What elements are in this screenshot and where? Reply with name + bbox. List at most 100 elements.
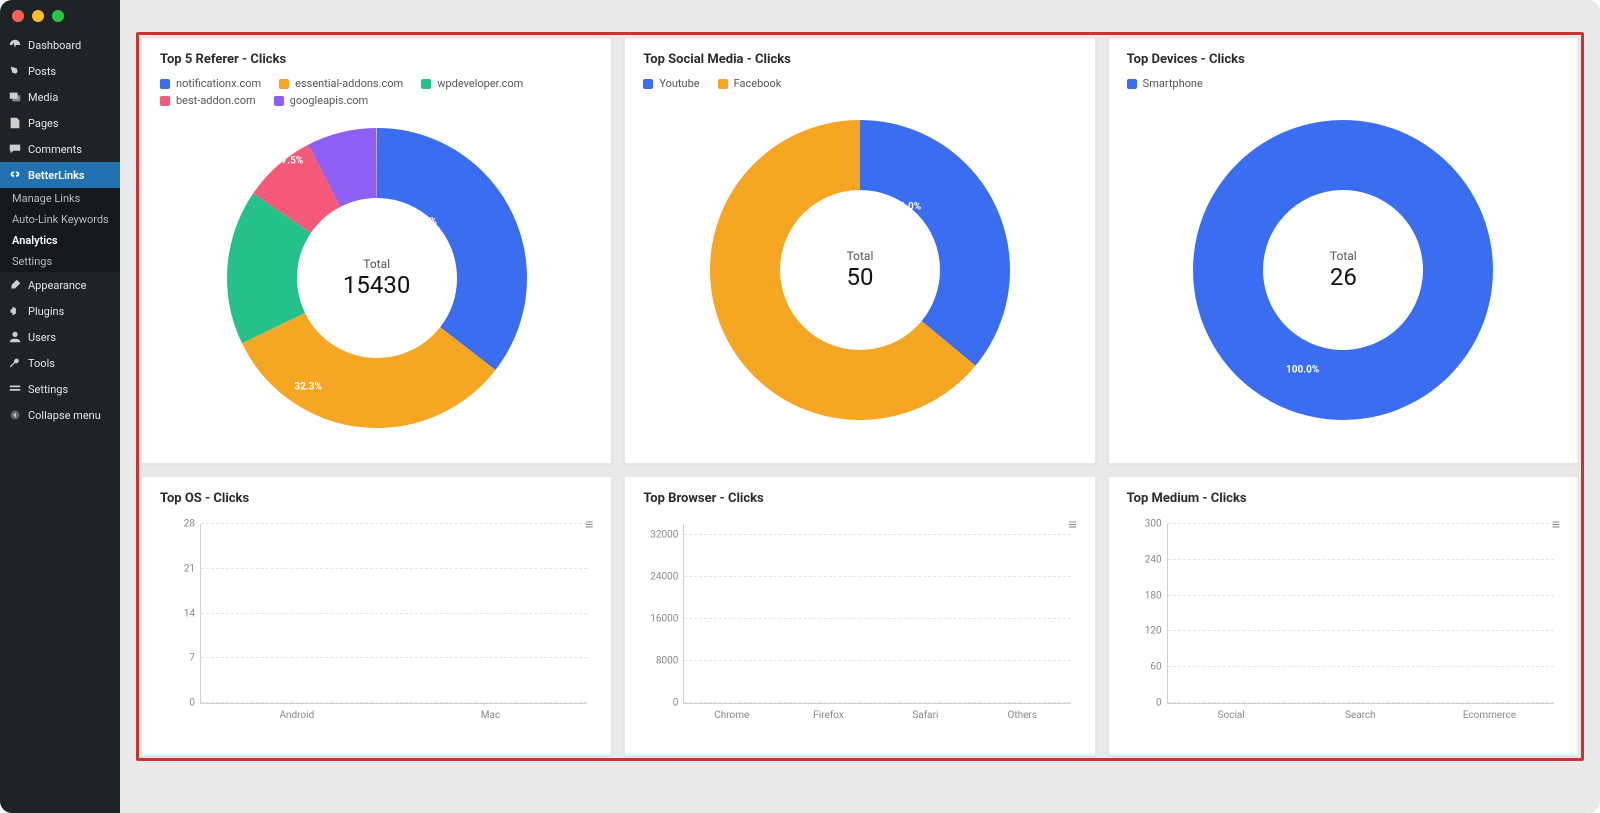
brush-icon (8, 278, 22, 292)
sidebar-item-label: Tools (28, 357, 55, 370)
x-tick: Search (1296, 704, 1425, 721)
sidebar-item-tools[interactable]: Tools (0, 350, 120, 376)
x-axis: AndroidMac (200, 704, 587, 721)
sidebar-item-comments[interactable]: Comments (0, 136, 120, 162)
bar-value: 26 (292, 686, 303, 697)
wrench-icon (8, 356, 22, 370)
y-tick: 14 (163, 608, 195, 619)
legend-swatch (160, 79, 170, 89)
legend-label: Youtube (659, 77, 699, 90)
total-value: 50 (846, 263, 873, 291)
total-label: Total (343, 257, 410, 271)
sidebar-item-appearance[interactable]: Appearance (0, 272, 120, 298)
legend-item[interactable]: Youtube (643, 77, 699, 90)
card-title: Top Medium - Clicks (1127, 491, 1560, 506)
gauge-icon (8, 38, 22, 52)
sidebar-item-pages[interactable]: Pages (0, 110, 120, 136)
legend-item[interactable]: notificationx.com (160, 77, 261, 90)
x-tick: Social (1167, 704, 1296, 721)
card-top-os: Top OS - Clicks ≡ 07142128267AndroidMac (141, 476, 612, 756)
sidebar-item-posts[interactable]: Posts (0, 58, 120, 84)
bar-value: 17544 (815, 686, 844, 697)
x-tick: Mac (394, 704, 588, 721)
card-top-medium: Top Medium - Clicks ≡ 060120180240300505… (1108, 476, 1579, 756)
media-icon (8, 90, 22, 104)
legend-label: best-addon.com (176, 94, 256, 107)
sidebar-item-label: Dashboard (28, 39, 81, 52)
bar-value: 50 (1226, 686, 1237, 697)
page-icon (8, 116, 22, 130)
donut-center: Total 15430 (343, 257, 410, 299)
y-tick: 0 (1130, 698, 1162, 709)
y-tick: 24000 (646, 571, 678, 582)
donut-chart: Total 15430 35.5%32.3%16.7%7.9%7.5% (160, 113, 593, 443)
minimize-icon[interactable] (32, 10, 44, 22)
legend-item[interactable]: Smartphone (1127, 77, 1203, 90)
legend-item[interactable]: wpdeveloper.com (421, 77, 523, 90)
sidebar-sub-autolink[interactable]: Auto-Link Keywords (0, 209, 120, 230)
link-icon (8, 168, 22, 182)
donut-center: Total 26 (1330, 249, 1357, 291)
bar-value: 2824 (914, 686, 937, 697)
plot-area: 07142128267 (200, 524, 587, 704)
card-title: Top Devices - Clicks (1127, 52, 1560, 67)
donut-center: Total 50 (846, 249, 873, 291)
sidebar-item-label: Comments (28, 143, 82, 156)
legend-swatch (421, 79, 431, 89)
sidebar-item-label: Pages (28, 117, 59, 130)
close-icon[interactable] (12, 10, 24, 22)
sidebar-item-label: Appearance (28, 279, 87, 292)
sidebar-item-users[interactable]: Users (0, 324, 120, 350)
x-tick: Android (200, 704, 394, 721)
x-tick: Ecommerce (1425, 704, 1554, 721)
y-tick: 0 (163, 698, 195, 709)
plot-area: 0601201802403005059241 (1167, 524, 1554, 704)
chart-legend: notificationx.com essential-addons.com wpd… (160, 77, 593, 107)
sidebar-item-betterlinks[interactable]: BetterLinks (0, 162, 120, 188)
sidebar-item-media[interactable]: Media (0, 84, 120, 110)
bar-chart: ≡ 08000160002400032000334841754428249372… (643, 516, 1076, 721)
y-tick: 0 (646, 698, 678, 709)
sidebar-item-dashboard[interactable]: Dashboard (0, 32, 120, 58)
legend-item[interactable]: Facebook (718, 77, 782, 90)
sidebar-sub-manage-links[interactable]: Manage Links (0, 188, 120, 209)
x-tick: Firefox (780, 704, 877, 721)
sliders-icon (8, 382, 22, 396)
sidebar-item-label: Settings (28, 383, 68, 396)
sidebar-sub-analytics[interactable]: Analytics (0, 230, 120, 251)
y-tick: 28 (163, 519, 195, 530)
legend-label: googleapis.com (290, 94, 369, 107)
collapse-icon (8, 408, 22, 422)
sidebar-item-label: Posts (28, 65, 56, 78)
donut-chart: Total 26 100.0% (1127, 96, 1560, 443)
sidebar-item-settings[interactable]: Settings (0, 376, 120, 402)
bar-value: 9372 (1011, 686, 1034, 697)
legend-item[interactable]: essential-addons.com (279, 77, 403, 90)
chart-legend: Youtube Facebook (643, 77, 1076, 90)
sidebar-item-plugins[interactable]: Plugins (0, 298, 120, 324)
legend-item[interactable]: best-addon.com (160, 94, 256, 107)
sidebar-item-collapse[interactable]: Collapse menu (0, 402, 120, 428)
card-top-browser: Top Browser - Clicks ≡ 08000160002400032… (624, 476, 1095, 756)
pin-icon (8, 64, 22, 78)
bar-value: 7 (488, 686, 494, 697)
x-tick: Chrome (683, 704, 780, 721)
bar-chart: ≡ 07142128267AndroidMac (160, 516, 593, 721)
legend-swatch (718, 79, 728, 89)
y-tick: 300 (1130, 519, 1162, 530)
legend-item[interactable]: googleapis.com (274, 94, 369, 107)
card-title: Top Social Media - Clicks (643, 52, 1076, 67)
legend-label: wpdeveloper.com (437, 77, 523, 90)
legend-label: Facebook (734, 77, 782, 90)
card-top-devices: Top Devices - Clicks Smartphone Total 26… (1108, 37, 1579, 464)
x-axis: SocialSearchEcommerce (1167, 704, 1554, 721)
y-tick: 21 (163, 563, 195, 574)
maximize-icon[interactable] (52, 10, 64, 22)
card-title: Top OS - Clicks (160, 491, 593, 506)
x-tick: Safari (877, 704, 974, 721)
y-tick: 7 (163, 653, 195, 664)
legend-swatch (279, 79, 289, 89)
y-tick: 16000 (646, 613, 678, 624)
sidebar-sub-settings[interactable]: Settings (0, 251, 120, 272)
card-title: Top 5 Referer - Clicks (160, 52, 593, 67)
